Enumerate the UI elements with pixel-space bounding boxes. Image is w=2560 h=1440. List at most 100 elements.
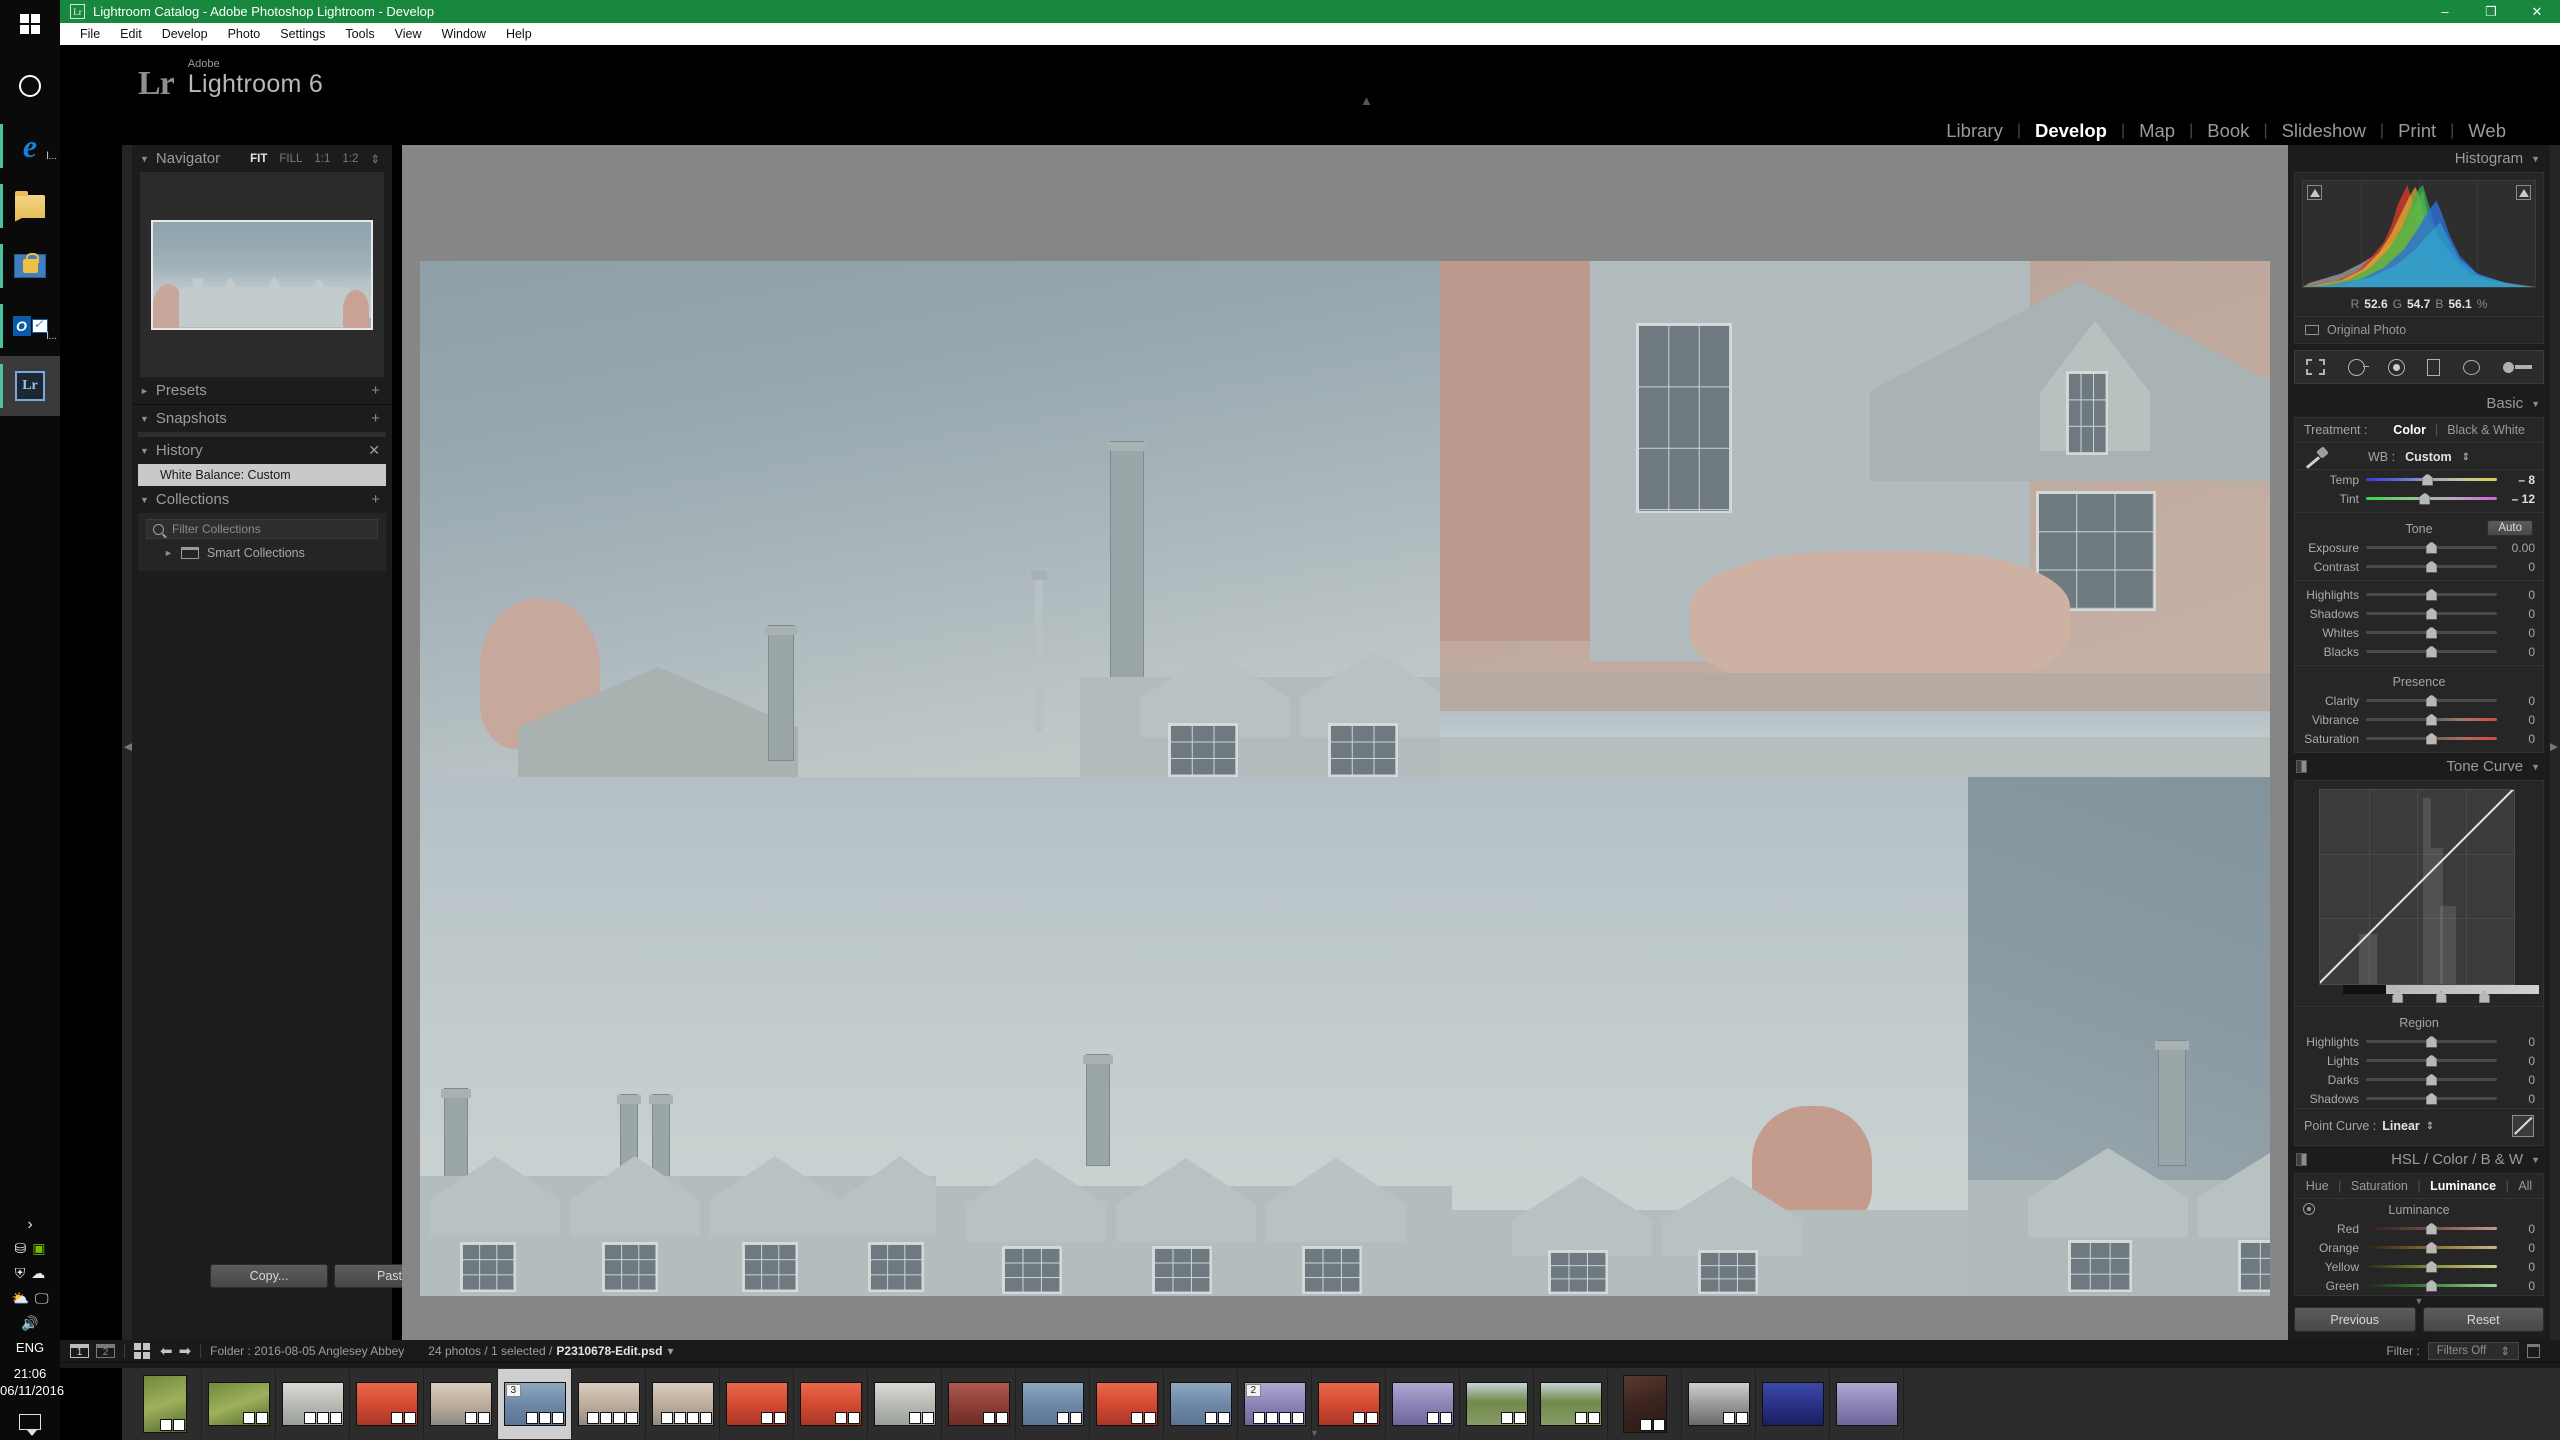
chevron-right-icon[interactable]: ► [164, 548, 173, 558]
menu-file[interactable]: File [70, 25, 110, 43]
zoom-fill[interactable]: FILL [279, 153, 302, 165]
collection-badge-icon[interactable] [1366, 1412, 1378, 1424]
module-web[interactable]: Web [2454, 120, 2520, 142]
zoom-1-1[interactable]: 1:1 [314, 153, 330, 165]
treatment-bw-option[interactable]: Black & White [2438, 423, 2534, 437]
red-eye-correction-icon[interactable] [2388, 359, 2405, 376]
menu-help[interactable]: Help [496, 25, 542, 43]
restore-button[interactable]: ❐ [2468, 0, 2514, 23]
taskbar-item-lightroom[interactable]: Lr [0, 356, 60, 416]
slider-blacks[interactable]: Blacks 0 [2295, 642, 2543, 661]
collection-badge-icon[interactable] [1514, 1412, 1526, 1424]
identity-plate[interactable]: Lr Adobe Lightroom 6 [138, 59, 323, 97]
go-back-icon[interactable]: ⬅ [160, 1342, 173, 1360]
collection-badge-icon[interactable] [478, 1412, 490, 1424]
keyword-badge-icon[interactable] [1575, 1412, 1587, 1424]
crop-badge-icon[interactable] [552, 1412, 564, 1424]
keyword-badge-icon[interactable] [983, 1412, 995, 1424]
keyword-badge-icon[interactable] [761, 1412, 773, 1424]
collection-badge-icon[interactable] [1070, 1412, 1082, 1424]
folder-label[interactable]: Folder : 2016-08-05 Anglesey Abbey [210, 1344, 404, 1358]
tone-curve-switch-icon[interactable] [2296, 760, 2307, 773]
collection-badge-icon[interactable] [1736, 1412, 1748, 1424]
crop-badge-icon[interactable] [687, 1412, 699, 1424]
taskbar-item-microsoft-edge[interactable]: e l... [0, 116, 60, 176]
filmstrip-thumbnail[interactable] [1016, 1369, 1090, 1439]
filmstrip-thumbnail[interactable] [646, 1369, 720, 1439]
slider-tc-darks[interactable]: Darks 0 [2295, 1070, 2543, 1089]
filmstrip-thumbnail[interactable] [1460, 1369, 1534, 1439]
white-balance-selector-icon[interactable] [2303, 447, 2329, 469]
chevron-down-icon[interactable]: ▼ [2531, 1155, 2540, 1165]
slider-exposure[interactable]: Exposure 0.00 [2295, 538, 2543, 557]
slider-lum-yellow[interactable]: Yellow 0 [2295, 1257, 2543, 1276]
filter-select[interactable]: Filters Off ⇕ [2428, 1342, 2519, 1360]
hsl-tab-all[interactable]: All [2518, 1179, 2532, 1193]
slider-saturation[interactable]: Saturation 0 [2295, 729, 2543, 748]
close-button[interactable]: ✕ [2514, 0, 2560, 23]
volume-icon[interactable]: 🔊 [21, 1315, 38, 1332]
snapshots-add-icon[interactable]: + [371, 410, 380, 427]
keyword-badge-icon[interactable] [909, 1412, 921, 1424]
menu-edit[interactable]: Edit [110, 25, 152, 43]
filmstrip-thumbnail[interactable] [128, 1369, 202, 1439]
collection-smart-collections[interactable]: ► Smart Collections [138, 543, 386, 563]
history-entry[interactable]: White Balance: Custom [138, 464, 386, 486]
tone-curve-range-bar[interactable] [2343, 985, 2539, 994]
current-filename[interactable]: P2310678-Edit.psd [556, 1344, 662, 1358]
menu-develop[interactable]: Develop [152, 25, 218, 43]
photo-preview[interactable] [420, 261, 2270, 1296]
develop-badge-icon[interactable] [626, 1412, 638, 1424]
radial-filter-icon[interactable] [2463, 360, 2480, 375]
wb-value[interactable]: Custom [2405, 450, 2452, 464]
collection-badge-icon[interactable] [774, 1412, 786, 1424]
collection-badge-icon[interactable] [996, 1412, 1008, 1424]
collection-badge-icon[interactable] [922, 1412, 934, 1424]
hsl-tab-luminance[interactable]: Luminance [2430, 1179, 2496, 1193]
slider-vibrance[interactable]: Vibrance 0 [2295, 710, 2543, 729]
hsl-tab-saturation[interactable]: Saturation [2351, 1179, 2408, 1193]
taskbar-item-outlook[interactable]: O l... [0, 296, 60, 356]
hsl-panel-header[interactable]: HSL / Color / B & W ▼ [2288, 1146, 2550, 1173]
keyword-badge-icon[interactable] [661, 1412, 673, 1424]
menu-settings[interactable]: Settings [270, 25, 335, 43]
slider-tc-highlights[interactable]: Highlights 0 [2295, 1032, 2543, 1051]
module-library[interactable]: Library [1932, 120, 2017, 142]
module-map[interactable]: Map [2125, 120, 2189, 142]
image-display-area[interactable] [402, 145, 2288, 1343]
collection-badge-icon[interactable] [600, 1412, 612, 1424]
filmstrip-thumbnail[interactable] [1608, 1369, 1682, 1439]
right-panel-collapse-icon[interactable]: ▶ [2550, 740, 2558, 753]
filmstrip-thumbnail[interactable] [276, 1369, 350, 1439]
slider-lum-green[interactable]: Green 0 [2295, 1276, 2543, 1295]
cortana-search-icon[interactable] [0, 56, 60, 116]
keyword-badge-icon[interactable] [1640, 1419, 1652, 1431]
hsl-tab-hue[interactable]: Hue [2306, 1179, 2329, 1193]
filter-lock-icon[interactable] [2527, 1344, 2540, 1358]
crop-badge-icon[interactable] [330, 1412, 342, 1424]
filmstrip-thumbnail[interactable] [424, 1369, 498, 1439]
collections-header[interactable]: ▼ Collections + [132, 486, 392, 513]
taskbar-item-file-explorer[interactable] [0, 176, 60, 236]
slider-temp[interactable]: Temp – 8 [2295, 470, 2543, 489]
filmstrip-thumbnail[interactable] [350, 1369, 424, 1439]
keyword-badge-icon[interactable] [391, 1412, 403, 1424]
point-curve-edit-button[interactable] [2512, 1115, 2534, 1137]
filmstrip-thumbnail[interactable]: 2 [1238, 1369, 1312, 1439]
taskbar-item-password-manager[interactable] [0, 236, 60, 296]
zoom-1-2[interactable]: 1:2 [342, 153, 358, 165]
slider-lum-red[interactable]: Red 0 [2295, 1219, 2543, 1238]
collection-badge-icon[interactable] [1218, 1412, 1230, 1424]
collection-badge-icon[interactable] [1588, 1412, 1600, 1424]
filmstrip-thumbnail[interactable] [720, 1369, 794, 1439]
network-icon[interactable]: ⛅ [12, 1290, 29, 1307]
filmstrip-thumbnail[interactable] [1090, 1369, 1164, 1439]
slider-contrast[interactable]: Contrast 0 [2295, 557, 2543, 576]
module-book[interactable]: Book [2193, 120, 2263, 142]
slider-shadows[interactable]: Shadows 0 [2295, 604, 2543, 623]
zoom-stepper-icon[interactable]: ⇕ [370, 152, 380, 166]
history-clear-icon[interactable]: ✕ [368, 442, 380, 459]
presets-header[interactable]: ► Presets + [132, 377, 392, 404]
menu-view[interactable]: View [385, 25, 432, 43]
slider-lum-orange[interactable]: Orange 0 [2295, 1238, 2543, 1257]
